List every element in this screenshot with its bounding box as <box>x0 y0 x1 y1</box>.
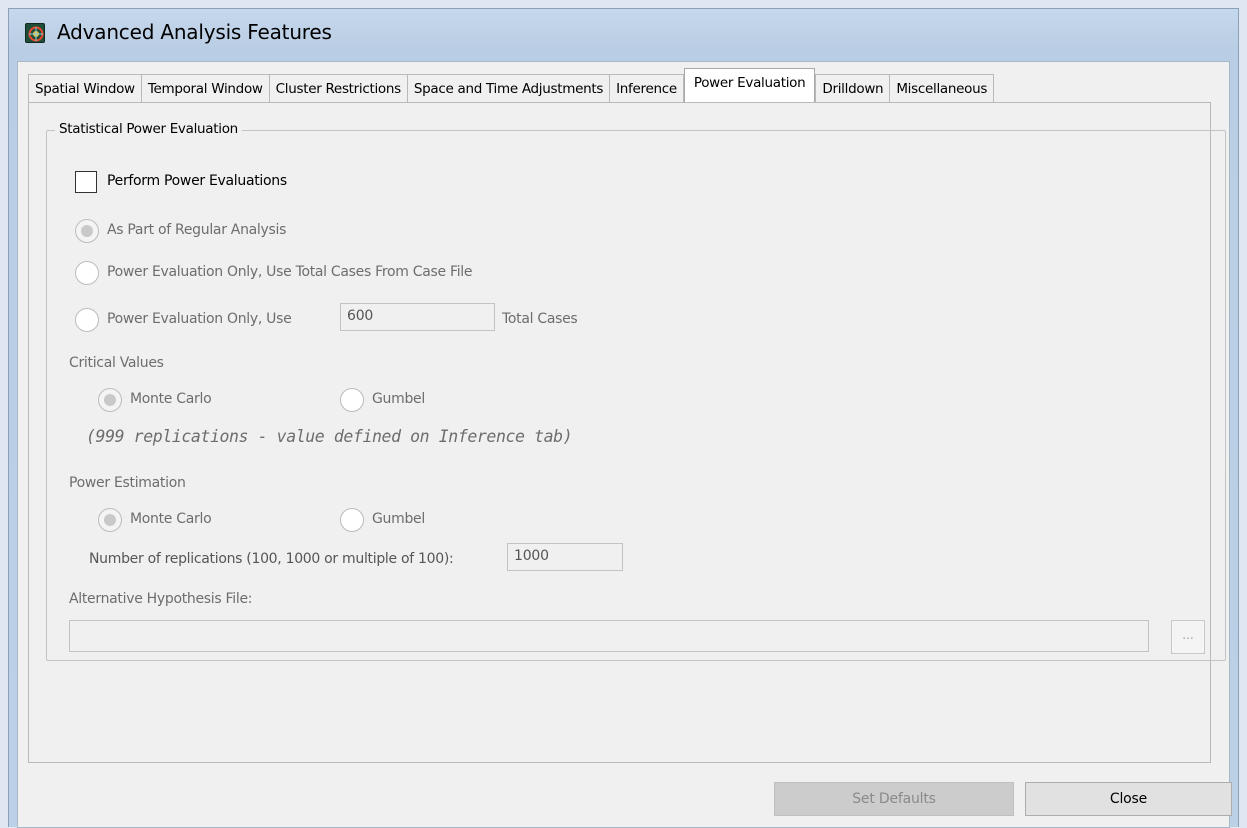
tab-miscellaneous[interactable]: Miscellaneous <box>889 74 995 102</box>
critical-values-title: Critical Values <box>69 355 164 371</box>
tab-temporal-window[interactable]: Temporal Window <box>140 74 270 102</box>
tab-strip: Spatial Window Temporal Window Cluster R… <box>28 68 995 102</box>
power-estimation-title: Power Estimation <box>69 475 186 491</box>
title-bar: Advanced Analysis Features <box>9 9 1238 61</box>
alt-hypothesis-label: Alternative Hypothesis File: <box>69 591 253 607</box>
radio-estimation-gumbel-label: Gumbel <box>372 511 425 527</box>
total-cases-input[interactable]: 600 <box>340 303 495 331</box>
tab-drilldown[interactable]: Drilldown <box>815 74 891 102</box>
app-icon <box>25 23 45 43</box>
tab-inference[interactable]: Inference <box>609 74 684 102</box>
close-button[interactable]: Close <box>1025 782 1232 816</box>
radio-regular-analysis[interactable] <box>75 219 99 243</box>
tab-power-evaluation[interactable]: Power Evaluation <box>683 68 816 102</box>
radio-regular-analysis-label: As Part of Regular Analysis <box>107 222 287 238</box>
perform-power-label: Perform Power Evaluations <box>107 173 287 189</box>
browse-button[interactable]: ... <box>1171 620 1205 654</box>
window-title: Advanced Analysis Features <box>57 20 332 44</box>
statistical-power-groupbox: Statistical Power Evaluation <box>46 121 1226 661</box>
tab-space-time-adjustments[interactable]: Space and Time Adjustments <box>406 74 611 102</box>
replications-input[interactable]: 1000 <box>507 543 623 571</box>
dialog-client-area: Spatial Window Temporal Window Cluster R… <box>17 61 1232 828</box>
radio-critical-gumbel[interactable] <box>340 388 364 412</box>
perform-power-checkbox[interactable] <box>75 171 97 193</box>
radio-critical-gumbel-label: Gumbel <box>372 391 425 407</box>
radio-case-file[interactable] <box>75 261 99 285</box>
tab-panel-power-evaluation: Statistical Power Evaluation Perform Pow… <box>28 102 1226 763</box>
radio-use-total-cases[interactable] <box>75 308 99 332</box>
alt-hypothesis-file-input[interactable] <box>69 620 1149 652</box>
radio-case-file-label: Power Evaluation Only, Use Total Cases F… <box>107 264 473 280</box>
radio-critical-monte-carlo-label: Monte Carlo <box>130 391 212 407</box>
tab-cluster-restrictions[interactable]: Cluster Restrictions <box>268 74 408 102</box>
replications-note: (999 replications - value defined on Inf… <box>86 427 573 446</box>
radio-estimation-gumbel[interactable] <box>340 508 364 532</box>
tab-spatial-window[interactable]: Spatial Window <box>28 74 142 102</box>
radio-use-total-cases-label: Power Evaluation Only, Use <box>107 311 292 327</box>
radio-estimation-monte-carlo-label: Monte Carlo <box>130 511 212 527</box>
set-defaults-button[interactable]: Set Defaults <box>774 782 1014 816</box>
radio-estimation-monte-carlo[interactable] <box>98 508 122 532</box>
dialog-window: Advanced Analysis Features Spatial Windo… <box>8 8 1239 828</box>
replications-label: Number of replications (100, 1000 or mul… <box>89 551 454 567</box>
group-title: Statistical Power Evaluation <box>55 121 242 137</box>
total-cases-suffix: Total Cases <box>502 311 578 327</box>
radio-critical-monte-carlo[interactable] <box>98 388 122 412</box>
